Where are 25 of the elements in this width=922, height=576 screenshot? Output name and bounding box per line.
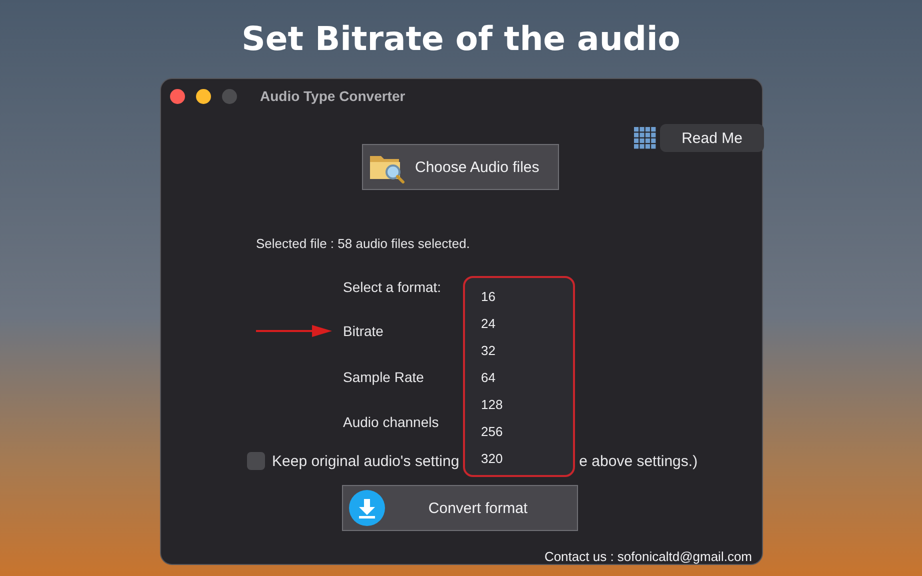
checkbox-label: Keep original audio's setting — [272, 452, 460, 470]
menu-item[interactable]: 24 — [465, 310, 573, 337]
setting-label: Bitrate — [343, 323, 384, 339]
read-me-button[interactable]: Read Me — [660, 124, 764, 152]
contact-text: Contact us : sofonicaltd@gmail.com — [544, 549, 752, 564]
download-icon — [349, 490, 385, 526]
checkbox-label: e above settings.) — [579, 452, 698, 470]
menu-item[interactable]: 320 — [465, 445, 573, 472]
window-title: Audio Type Converter — [260, 88, 406, 104]
setting-label: Sample Rate — [343, 369, 424, 385]
setting-label: Select a format: — [343, 279, 442, 295]
page-heading: Set Bitrate of the audio — [240, 18, 682, 60]
menu-item[interactable]: 16 — [465, 283, 573, 310]
grid-icon — [634, 127, 656, 149]
close-button[interactable] — [170, 88, 185, 104]
setting-label: Audio channels — [343, 414, 439, 430]
menu-item[interactable]: 256 — [465, 418, 573, 445]
menu-item[interactable]: 32 — [465, 337, 573, 364]
menu-item[interactable]: 128 — [465, 391, 573, 418]
choose-files-button[interactable]: Choose Audio files — [362, 144, 559, 190]
selected-file-text: Selected file : 58 audio files selected. — [255, 236, 471, 252]
minimize-button[interactable] — [196, 88, 211, 104]
convert-button[interactable]: Convert format — [342, 485, 578, 531]
menu-item[interactable]: 64 — [465, 364, 573, 391]
checkbox[interactable] — [247, 452, 265, 470]
